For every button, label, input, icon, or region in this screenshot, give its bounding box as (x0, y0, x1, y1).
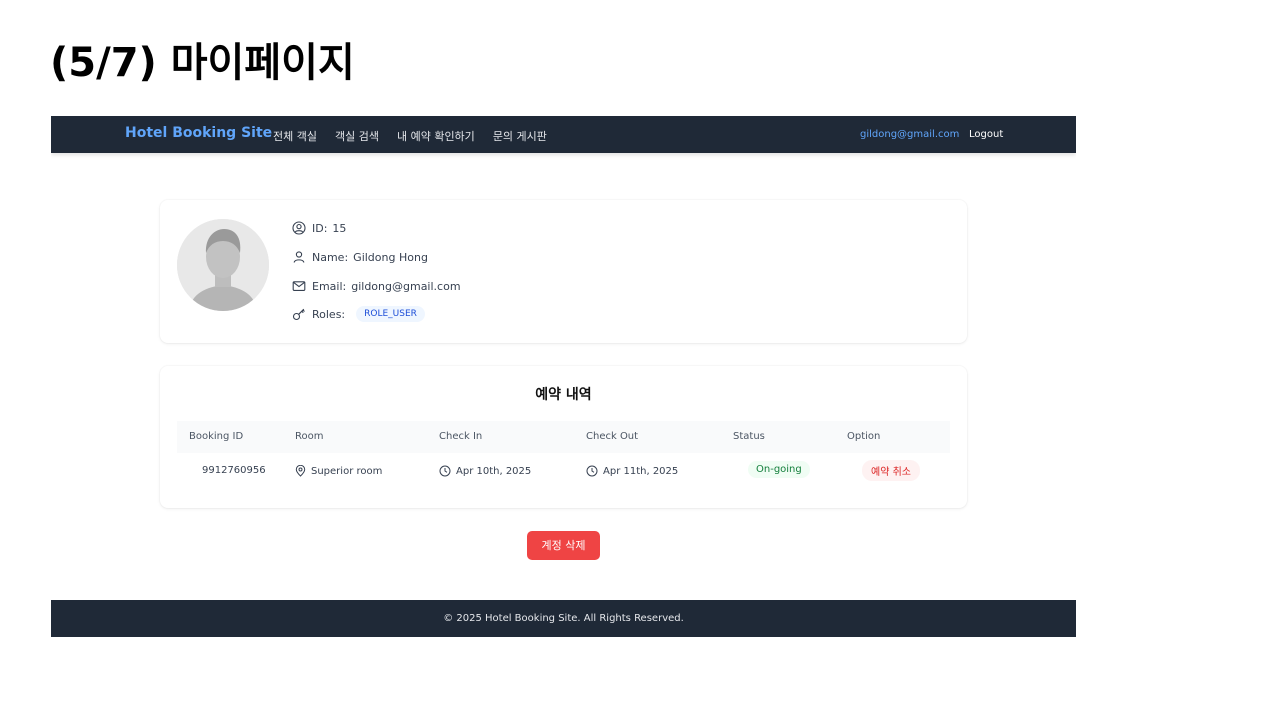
nav-link-all-rooms[interactable]: 전체 객실 (273, 128, 317, 144)
profile-roles-row: Roles: ROLE_USER (292, 306, 425, 322)
nav-link-room-search[interactable]: 객실 검색 (335, 128, 379, 144)
profile-name-row: Name: Gildong Hong (292, 250, 428, 264)
column-header-check-out: Check Out (586, 431, 639, 442)
nav-link-my-bookings[interactable]: 내 예약 확인하기 (397, 128, 475, 144)
name-label: Name: (312, 250, 349, 264)
default-user-avatar-icon (177, 219, 269, 311)
email-value: gildong@gmail.com (351, 279, 461, 293)
check-in-date: Apr 10th, 2025 (456, 465, 532, 477)
column-header-status: Status (733, 431, 765, 442)
booking-history-card: 예약 내역 Booking ID Room Check In Check Out… (160, 366, 967, 508)
nav-link-qna-board[interactable]: 문의 게시판 (493, 128, 547, 144)
footer: © 2025 Hotel Booking Site. All Rights Re… (51, 600, 1076, 637)
delete-account-button[interactable]: 계정 삭제 (527, 531, 600, 560)
id-label: ID: (312, 221, 328, 235)
logout-button[interactable]: Logout (969, 129, 1003, 140)
avatar (177, 219, 269, 311)
clock-icon (586, 465, 598, 477)
check-out-cell: Apr 11th, 2025 (586, 465, 678, 477)
status-badge: On-going (748, 461, 810, 478)
booking-id-cell: 9912760956 (202, 465, 266, 476)
booking-table-header: Booking ID Room Check In Check Out Statu… (177, 421, 950, 453)
role-badge: ROLE_USER (356, 306, 425, 322)
brand-logo[interactable]: Hotel Booking Site (125, 125, 272, 141)
column-header-option: Option (847, 431, 881, 442)
name-value: Gildong Hong (353, 250, 428, 264)
column-header-booking-id: Booking ID (189, 431, 244, 442)
id-value: 15 (332, 221, 347, 235)
nav-user-email[interactable]: gildong@gmail.com (860, 129, 959, 140)
email-label: Email: (312, 279, 347, 293)
clock-icon (439, 465, 451, 477)
profile-email-row: Email: gildong@gmail.com (292, 279, 461, 293)
check-out-date: Apr 11th, 2025 (603, 465, 679, 477)
check-in-cell: Apr 10th, 2025 (439, 465, 531, 477)
room-cell: Superior room (295, 465, 382, 477)
profile-id-row: ID: 15 (292, 221, 346, 235)
profile-card: ID: 15 Name: Gildong Hong Email: gildong… (160, 200, 967, 343)
room-name: Superior room (311, 465, 383, 477)
key-icon (292, 307, 306, 321)
footer-copyright: © 2025 Hotel Booking Site. All Rights Re… (443, 613, 684, 624)
cancel-booking-button[interactable]: 예약 취소 (862, 460, 920, 481)
column-header-check-in: Check In (439, 431, 483, 442)
roles-label: Roles: (312, 307, 346, 321)
user-icon (292, 250, 306, 264)
top-navbar: Hotel Booking Site 전체 객실 객실 검색 내 예약 확인하기… (51, 116, 1076, 153)
map-pin-icon (295, 465, 306, 477)
slide-title: (5/7) 마이페이지 (50, 40, 355, 86)
mail-icon (292, 279, 306, 293)
nav-links: 전체 객실 객실 검색 내 예약 확인하기 문의 게시판 (273, 128, 565, 144)
user-circle-icon (292, 221, 306, 235)
app-screenshot: Hotel Booking Site 전체 객실 객실 검색 내 예약 확인하기… (51, 116, 1076, 637)
booking-history-title: 예약 내역 (535, 387, 592, 403)
column-header-room: Room (295, 431, 324, 442)
